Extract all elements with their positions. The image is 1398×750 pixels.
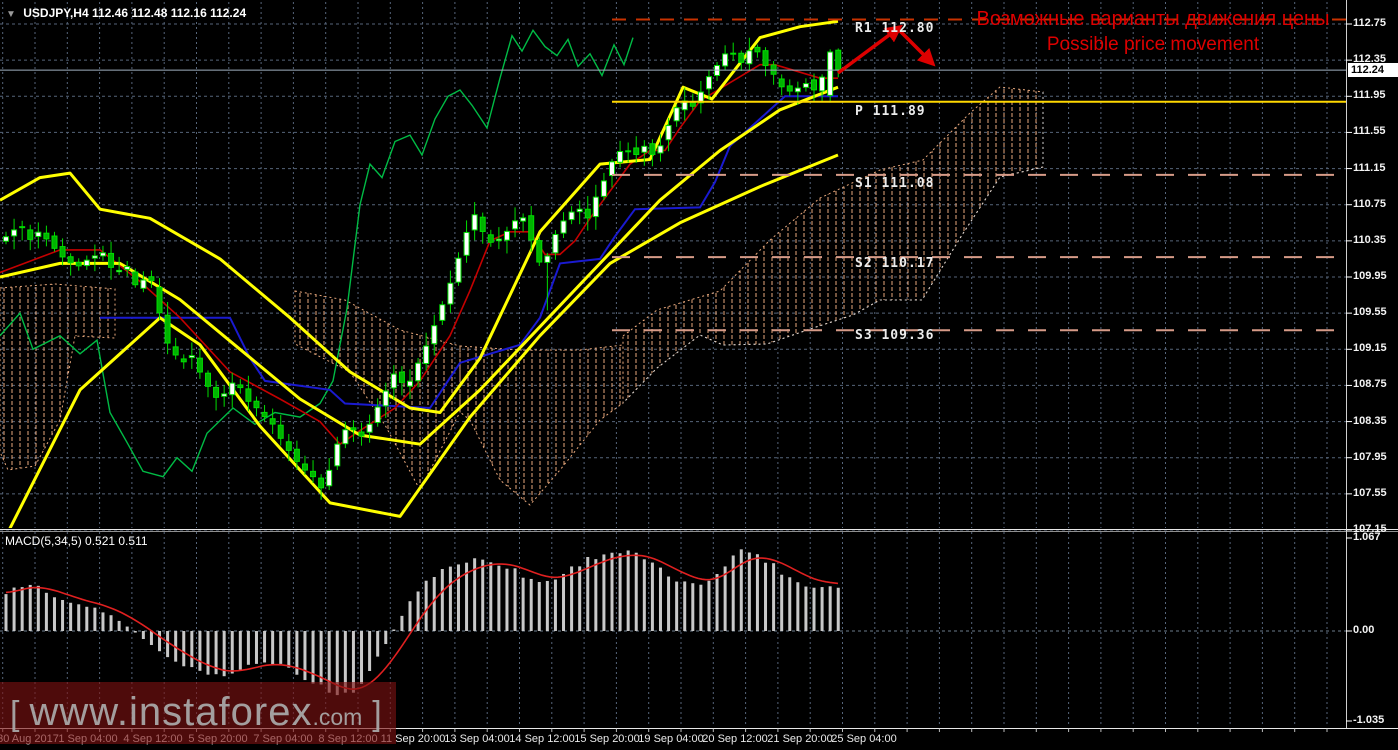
price-tick-label: 109.55 [1353, 306, 1387, 319]
date-tick-label: 15 Sep 20:00 [574, 733, 640, 745]
date-tick-label: 5 Sep 20:00 [188, 733, 248, 745]
date-tick-label: 8 Sep 12:00 [318, 733, 378, 745]
price-tick-label: 111.55 [1353, 125, 1386, 138]
price-tick-label: 111.15 [1353, 161, 1386, 174]
pivot-label: R1 112.80 [855, 21, 935, 36]
date-tick-label: 20 Sep 12:00 [702, 733, 768, 745]
price-tick-label: 112.35 [1353, 53, 1387, 66]
date-tick-label: 13 Sep 04:00 [444, 733, 510, 745]
date-tick-label: 14 Sep 12:00 [509, 733, 575, 745]
price-tick-label: 107.55 [1353, 486, 1387, 499]
macd-tick-label: 0.00 [1353, 624, 1375, 636]
date-tick-label: 25 Sep 04:00 [831, 733, 897, 745]
pivot-label: S2 110.17 [855, 256, 935, 271]
chart-title: ▼ USDJPY,H4 112.46 112.48 112.16 112.24 [6, 6, 246, 20]
price-tick-label: 107.95 [1353, 450, 1387, 463]
annotation-line-ru: Возможные варианты движения цены [976, 8, 1330, 30]
collapse-triangle-icon[interactable]: ▼ [6, 9, 16, 20]
date-tick-label: 30 Aug 2017 [0, 733, 59, 745]
pivot-label: P 111.89 [855, 104, 926, 119]
analyst-annotation: Возможные варианты движения цены Possibl… [938, 6, 1368, 58]
date-tick-label: 1 Sep 04:00 [58, 733, 118, 745]
pivot-label: S3 109.36 [855, 328, 935, 343]
price-tick-label: 110.75 [1353, 197, 1387, 210]
date-tick-label: 21 Sep 20:00 [767, 733, 833, 745]
macd-tick-label: -1.035 [1353, 714, 1385, 726]
date-tick-label: 4 Sep 12:00 [123, 733, 183, 745]
price-tick-label: 109.15 [1353, 342, 1387, 355]
pivot-lines [612, 18, 1346, 332]
price-tick-label: 108.35 [1353, 414, 1387, 427]
price-tick-label: 109.95 [1353, 269, 1387, 282]
date-tick-label: 11 Sep 20:00 [380, 733, 446, 745]
chart-canvas[interactable] [0, 0, 1398, 750]
date-tick-label: 19 Sep 04:00 [638, 733, 704, 745]
macd-indicator-label: MACD(5,34,5) 0.521 0.511 [5, 534, 148, 548]
pivot-label: S1 111.08 [855, 176, 935, 191]
annotation-line-en: Possible price movement [1046, 34, 1260, 55]
price-tick-label: 112.75 [1353, 17, 1387, 29]
mt4-chart-window: ▼ USDJPY,H4 112.46 112.48 112.16 112.24 … [0, 0, 1398, 750]
chart-title-text: USDJPY,H4 112.46 112.48 112.16 112.24 [23, 6, 247, 20]
date-tick-label: 7 Sep 04:00 [253, 733, 313, 745]
macd-tick-label: 1.067 [1353, 531, 1381, 543]
price-tick-label: 111.95 [1353, 89, 1386, 102]
price-tick-label: 108.75 [1353, 378, 1387, 391]
price-tick-label: 110.35 [1353, 233, 1387, 246]
